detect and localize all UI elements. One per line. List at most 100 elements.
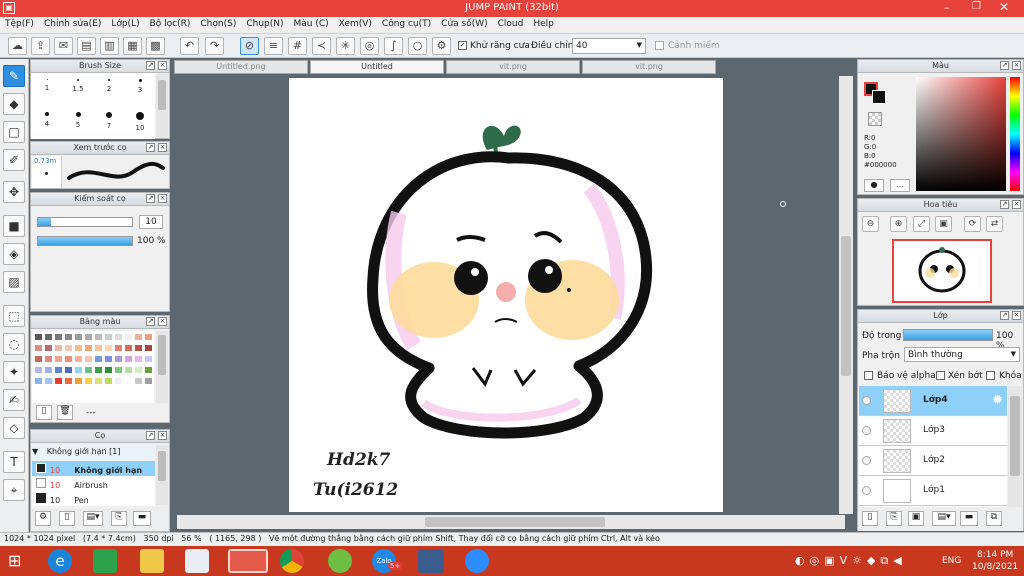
close-icon[interactable]: × — [158, 143, 167, 152]
navigator-thumbnail[interactable] — [892, 239, 992, 303]
brush-item[interactable]: 10 Không giới hạn — [32, 461, 155, 476]
more-icon[interactable]: … — [890, 179, 910, 192]
brush-settings-icon[interactable]: ⚙ — [35, 511, 51, 526]
protect-alpha-checkbox[interactable] — [864, 371, 873, 380]
grid-icon[interactable]: ▩ — [146, 37, 165, 55]
upload-icon[interactable]: ⇪ — [31, 37, 50, 55]
menu-edit[interactable]: Chỉnh sửa(E) — [39, 17, 106, 31]
float-icon[interactable]: ↗ — [1000, 61, 1009, 70]
redo-icon[interactable]: ↷ — [205, 37, 224, 55]
menu-cloud[interactable]: Cloud — [493, 17, 529, 31]
size-cell[interactable]: 1 — [31, 73, 63, 105]
palette-swatch[interactable] — [44, 377, 53, 385]
clip-checkbox[interactable] — [936, 371, 945, 380]
duplicate-layer-icon[interactable]: ⎘ — [886, 511, 902, 526]
explorer-icon[interactable] — [140, 549, 164, 573]
palette-swatch[interactable] — [84, 333, 93, 341]
select-dotted-icon[interactable]: ⬚ — [3, 305, 25, 327]
undo-icon[interactable]: ↶ — [180, 37, 199, 55]
palette-swatch[interactable] — [54, 333, 63, 341]
palette-swatch[interactable] — [94, 366, 103, 374]
palette-swatch[interactable] — [124, 333, 133, 341]
tab-vit-png-2[interactable]: vit.png — [582, 60, 716, 74]
circle-snap-icon[interactable]: ○ — [408, 37, 427, 55]
menu-select[interactable]: Chọn(S) — [195, 17, 241, 31]
palette-swatch[interactable] — [144, 344, 153, 352]
palette-swatch[interactable] — [104, 344, 113, 352]
palette-swatch[interactable] — [124, 355, 133, 363]
fill-icon[interactable]: ◈ — [3, 243, 25, 265]
menu-window[interactable]: Cửa số(W) — [436, 17, 492, 31]
menu-file[interactable]: Tệp(F) — [0, 17, 39, 31]
fit-icon[interactable]: ⤢ — [913, 216, 930, 232]
visibility-icon[interactable] — [862, 456, 871, 465]
palette-swatch[interactable] — [64, 377, 73, 385]
eraser-icon[interactable]: ◆ — [3, 93, 25, 115]
clock-date[interactable]: 10/8/2021 — [972, 562, 1018, 572]
palette-swatch[interactable] — [114, 366, 123, 374]
move-icon[interactable]: ✥ — [3, 181, 25, 203]
opacity-slider[interactable] — [37, 236, 133, 246]
layer-folder-icon[interactable]: ▬ — [960, 511, 978, 526]
tray-icons[interactable]: ◐◎▣V☼◆⧉◀ — [795, 554, 907, 568]
palette-swatch[interactable] — [114, 333, 123, 341]
menu-view[interactable]: Xem(V) — [334, 17, 377, 31]
language-indicator[interactable]: ENG — [942, 556, 961, 566]
close-icon[interactable]: × — [1012, 200, 1021, 209]
palette-swatch[interactable] — [54, 366, 63, 374]
layer-merge-icon[interactable]: ⧉ — [986, 511, 1002, 526]
folder-icon[interactable]: ▬ — [133, 511, 151, 526]
palette-swatch[interactable] — [94, 344, 103, 352]
palette-swatch[interactable] — [54, 344, 63, 352]
coccoc-icon[interactable] — [328, 549, 352, 573]
size-cell[interactable]: 1.5 — [62, 73, 94, 105]
palette-swatch[interactable] — [64, 366, 73, 374]
radial-icon[interactable]: ✳ — [336, 37, 355, 55]
size-cell[interactable]: 5 — [62, 106, 94, 138]
palette-swatch[interactable] — [44, 344, 53, 352]
palette-swatch[interactable] — [74, 366, 83, 374]
menu-help[interactable]: Help — [528, 17, 559, 31]
size-cell[interactable]: 2 — [93, 73, 125, 105]
menu-layer[interactable]: Lớp(L) — [106, 17, 144, 31]
parallel-lines-icon[interactable]: ≡ — [264, 37, 283, 55]
palette-swatch[interactable] — [134, 366, 143, 374]
palette-swatch[interactable] — [144, 355, 153, 363]
palette-swatch[interactable] — [94, 355, 103, 363]
palette-swatch[interactable] — [74, 333, 83, 341]
palette-swatch[interactable] — [54, 377, 63, 385]
panel-scrollbar[interactable] — [156, 74, 168, 138]
flip-icon[interactable]: ⇄ — [986, 216, 1003, 232]
antialias-checkbox[interactable]: ✓ — [458, 41, 467, 50]
palette-icon[interactable]: ● — [864, 179, 884, 192]
palette-swatch[interactable] — [144, 366, 153, 374]
menu-color[interactable]: Màu (C) — [289, 17, 334, 31]
palette-swatch[interactable] — [144, 333, 153, 341]
palette-swatch[interactable] — [64, 333, 73, 341]
brush-group[interactable]: ▼ Không giới hạn [1] — [32, 445, 155, 460]
palette-swatch[interactable] — [84, 355, 93, 363]
close-icon[interactable]: × — [158, 61, 167, 70]
clock-time[interactable]: 8:14 PM — [977, 550, 1013, 560]
menu-tools[interactable]: Công cụ(T) — [377, 17, 436, 31]
crosshatch-icon[interactable]: # — [288, 37, 307, 55]
rotate-icon[interactable]: ⟳ — [964, 216, 981, 232]
zoom-in-icon[interactable]: ⊕ — [890, 216, 907, 232]
tab-untitled[interactable]: Untitled — [310, 60, 444, 74]
warn-checkbox[interactable] — [655, 41, 664, 50]
select-pen-icon[interactable]: ✍ — [3, 389, 25, 411]
palette-swatch[interactable] — [144, 377, 153, 385]
palette-swatch[interactable] — [134, 377, 143, 385]
palette-swatch[interactable] — [84, 344, 93, 352]
palette-swatch[interactable] — [74, 355, 83, 363]
visibility-icon[interactable] — [862, 426, 871, 435]
tab-vit-png[interactable]: vit.png — [446, 60, 580, 74]
palette-swatch[interactable] — [94, 377, 103, 385]
menu-filter[interactable]: Bộ lọc(R) — [145, 17, 196, 31]
comment-icon[interactable]: ✉ — [54, 37, 73, 55]
palette-swatch[interactable] — [44, 366, 53, 374]
close-icon[interactable]: × — [158, 431, 167, 440]
float-icon[interactable]: ↗ — [146, 431, 155, 440]
blend-select[interactable]: Bình thường ▼ — [904, 347, 1020, 362]
float-icon[interactable]: ↗ — [1000, 200, 1009, 209]
